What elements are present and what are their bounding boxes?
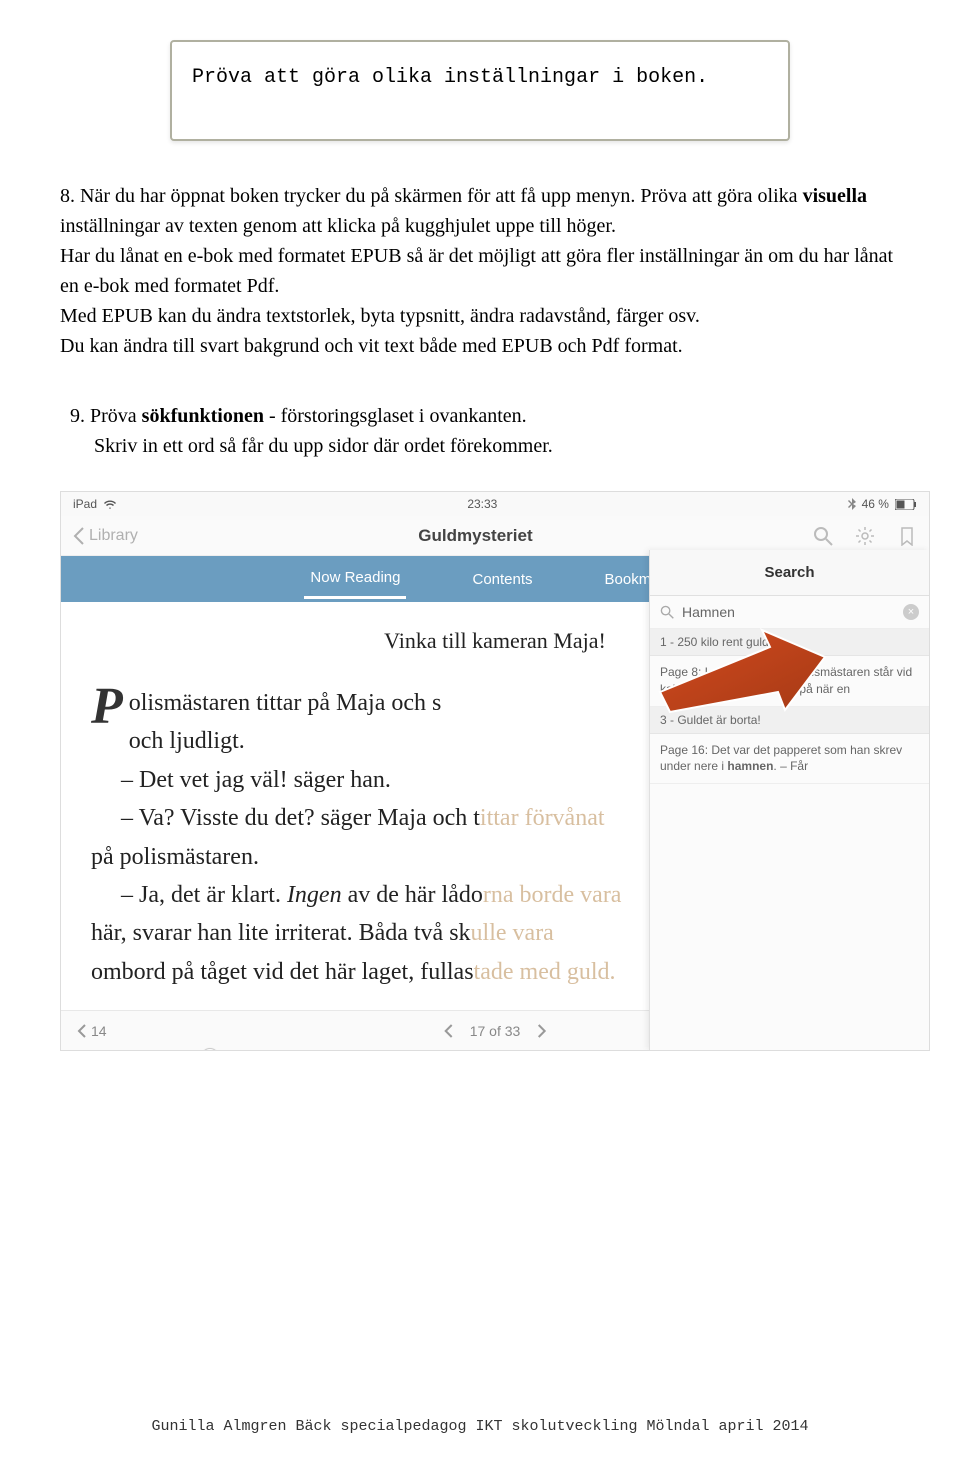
clear-search-icon[interactable]: ×: [903, 604, 919, 620]
step8-p1-prefix: 8. När du har öppnat boken trycker du på…: [60, 185, 803, 207]
book-l8ghost: tade med guld.: [474, 959, 616, 985]
book-l7ghost: ulle vara: [471, 920, 554, 946]
ipad-label: iPad: [73, 497, 97, 511]
book-l5: på polismästaren.: [91, 844, 259, 870]
battery-icon: [895, 499, 917, 510]
pager-prev-label: 14: [91, 1023, 107, 1039]
book-l6ghost: rna borde vara: [483, 882, 622, 908]
tab-contents[interactable]: Contents: [466, 561, 538, 598]
callout-box: Pröva att göra olika inställningar i bok…: [170, 40, 790, 141]
back-label: Library: [89, 527, 138, 545]
tab-now-reading[interactable]: Now Reading: [304, 559, 406, 599]
step9-l1-bold: sökfunktionen: [142, 405, 264, 427]
chevron-left-icon: [73, 527, 85, 545]
gear-icon[interactable]: [855, 526, 875, 546]
step9-l2: Skriv in ett ord så får du upp sidor där…: [94, 435, 553, 457]
pointer-arrow-icon: [650, 612, 830, 722]
pager-prev-chapter[interactable]: 14: [77, 1023, 107, 1039]
book-l7a: här, svarar han lite irriterat. Båda två…: [91, 920, 471, 946]
bookmark-icon[interactable]: [897, 526, 917, 546]
step8-p1-rest: inställningar av texten genom att klicka…: [60, 215, 616, 237]
status-bar: iPad 23:33 46 %: [61, 492, 929, 516]
step9-l1-prefix: 9. Pröva: [70, 405, 142, 427]
chevron-left-icon: [77, 1024, 87, 1038]
bluetooth-icon: [848, 498, 856, 510]
ipad-screenshot: iPad 23:33 46 % Library Guldmysteriet No…: [60, 491, 930, 1051]
step-8-paragraph: 8. När du har öppnat boken trycker du på…: [60, 181, 900, 361]
wifi-icon: [103, 499, 117, 510]
book-l1: olismästaren tittar på Maja och s: [129, 690, 442, 716]
callout-text: Pröva att göra olika inställningar i bok…: [192, 66, 708, 89]
book-l6a: – Ja, det är klart.: [91, 882, 287, 908]
book-l3: – Det vet jag väl! säger han.: [91, 767, 391, 793]
book-l4ghost: ittar förvånat: [480, 805, 605, 831]
step8-p1-bold: visuella: [803, 185, 867, 207]
back-button[interactable]: Library: [73, 527, 138, 545]
search-icon[interactable]: [813, 526, 833, 546]
step8-p4: Du kan ändra till svart bakgrund och vit…: [60, 335, 683, 357]
pager-page-of: 17 of 33: [470, 1023, 521, 1039]
book-l2: och ljudligt.: [129, 728, 245, 754]
nav-title: Guldmysteriet: [418, 526, 532, 546]
footer-credit: Gunilla Almgren Bäck specialpedagog IKT …: [0, 1418, 960, 1435]
battery-pct: 46 %: [862, 497, 889, 511]
step-9-paragraph: 9. Pröva sökfunktionen - förstoringsglas…: [60, 401, 900, 461]
sr2b: hamnen: [727, 759, 773, 773]
step8-p3: Med EPUB kan du ändra textstorlek, byta …: [60, 305, 700, 327]
status-time: 23:33: [467, 497, 497, 511]
pager-next-page[interactable]: [536, 1024, 546, 1038]
search-header: Search: [650, 550, 929, 596]
step9-l1-rest: - förstoringsglaset i ovankanten.: [264, 405, 527, 427]
book-l6em: Ingen: [287, 882, 342, 908]
slider-knob[interactable]: [201, 1048, 219, 1051]
book-l6b: av de här lådo: [342, 882, 483, 908]
sr2c: . – Får: [773, 759, 808, 773]
step8-p2: Har du lånat en e-bok med formatet EPUB …: [60, 245, 893, 297]
search-result-2[interactable]: Page 16: Det var det papperet som han sk…: [650, 734, 929, 785]
pager-prev-page[interactable]: [444, 1024, 454, 1038]
drop-cap: P: [91, 684, 123, 731]
book-l8a: ombord på tåget vid det här laget, fulla…: [91, 959, 474, 985]
book-l4a: – Va? Visste du det? säger Maja och t: [91, 805, 480, 831]
